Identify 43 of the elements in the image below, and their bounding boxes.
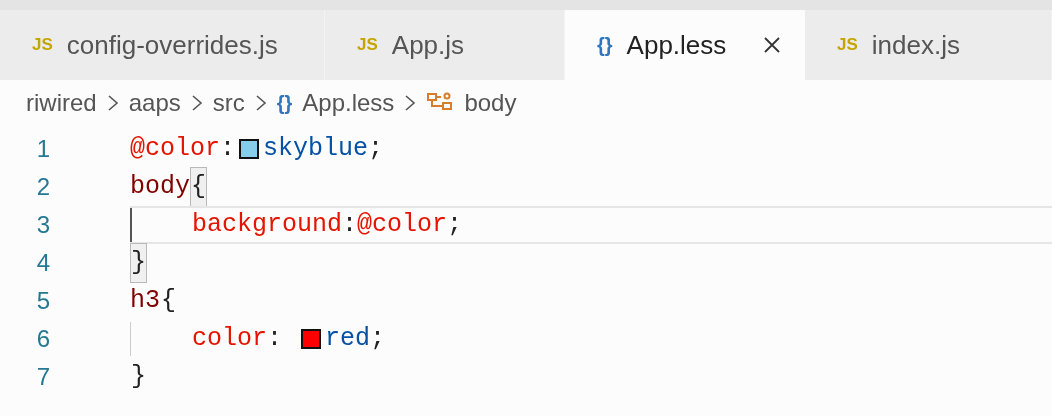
js-file-icon: JS: [837, 32, 858, 58]
code-token: @color: [130, 133, 220, 166]
code-token: h3: [130, 285, 160, 318]
code-token: @color: [357, 209, 448, 242]
code-token: :: [267, 323, 284, 356]
line-number: 1: [35, 134, 50, 164]
code-token: ;: [370, 323, 386, 356]
bracket: {: [160, 285, 178, 318]
code-token: ;: [447, 209, 463, 242]
close-icon[interactable]: [763, 36, 781, 54]
braces-file-icon: {}: [276, 88, 293, 118]
breadcrumb-item[interactable]: riwired: [26, 85, 97, 121]
bracket: }: [130, 243, 147, 283]
bracket: {: [190, 167, 208, 207]
breadcrumb-item[interactable]: aaps: [128, 85, 181, 121]
breadcrumb-item[interactable]: src: [212, 85, 245, 121]
code-token: red: [325, 323, 371, 356]
code-token: background: [192, 209, 343, 242]
color-swatch[interactable]: [301, 329, 322, 349]
chevron-icon: [106, 94, 119, 112]
js-file-icon: JS: [32, 32, 53, 58]
bracket: }: [130, 361, 147, 394]
breadcrumb-item[interactable]: App.less: [302, 85, 395, 121]
code-token: ;: [368, 133, 384, 166]
code-token: :: [342, 209, 358, 242]
editor-tab[interactable]: {} App.less: [565, 10, 805, 80]
braces-file-icon: {}: [597, 30, 613, 60]
code-token: color: [192, 323, 267, 356]
code-token: skyblue: [263, 133, 369, 166]
breadcrumb-item[interactable]: body: [464, 85, 517, 121]
line-number: 3: [35, 210, 50, 240]
line-number: 4: [35, 248, 50, 278]
color-swatch[interactable]: [239, 139, 260, 159]
line-number: 5: [35, 286, 50, 316]
code-token: body: [130, 171, 190, 204]
chevron-icon: [404, 94, 417, 112]
code-token: :: [220, 133, 236, 166]
line-number: 6: [35, 324, 50, 354]
js-file-icon: JS: [357, 32, 378, 58]
chevron-icon: [190, 94, 203, 112]
line-number: 7: [35, 362, 50, 392]
chevron-icon: [254, 94, 267, 112]
line-number: 2: [35, 172, 50, 202]
